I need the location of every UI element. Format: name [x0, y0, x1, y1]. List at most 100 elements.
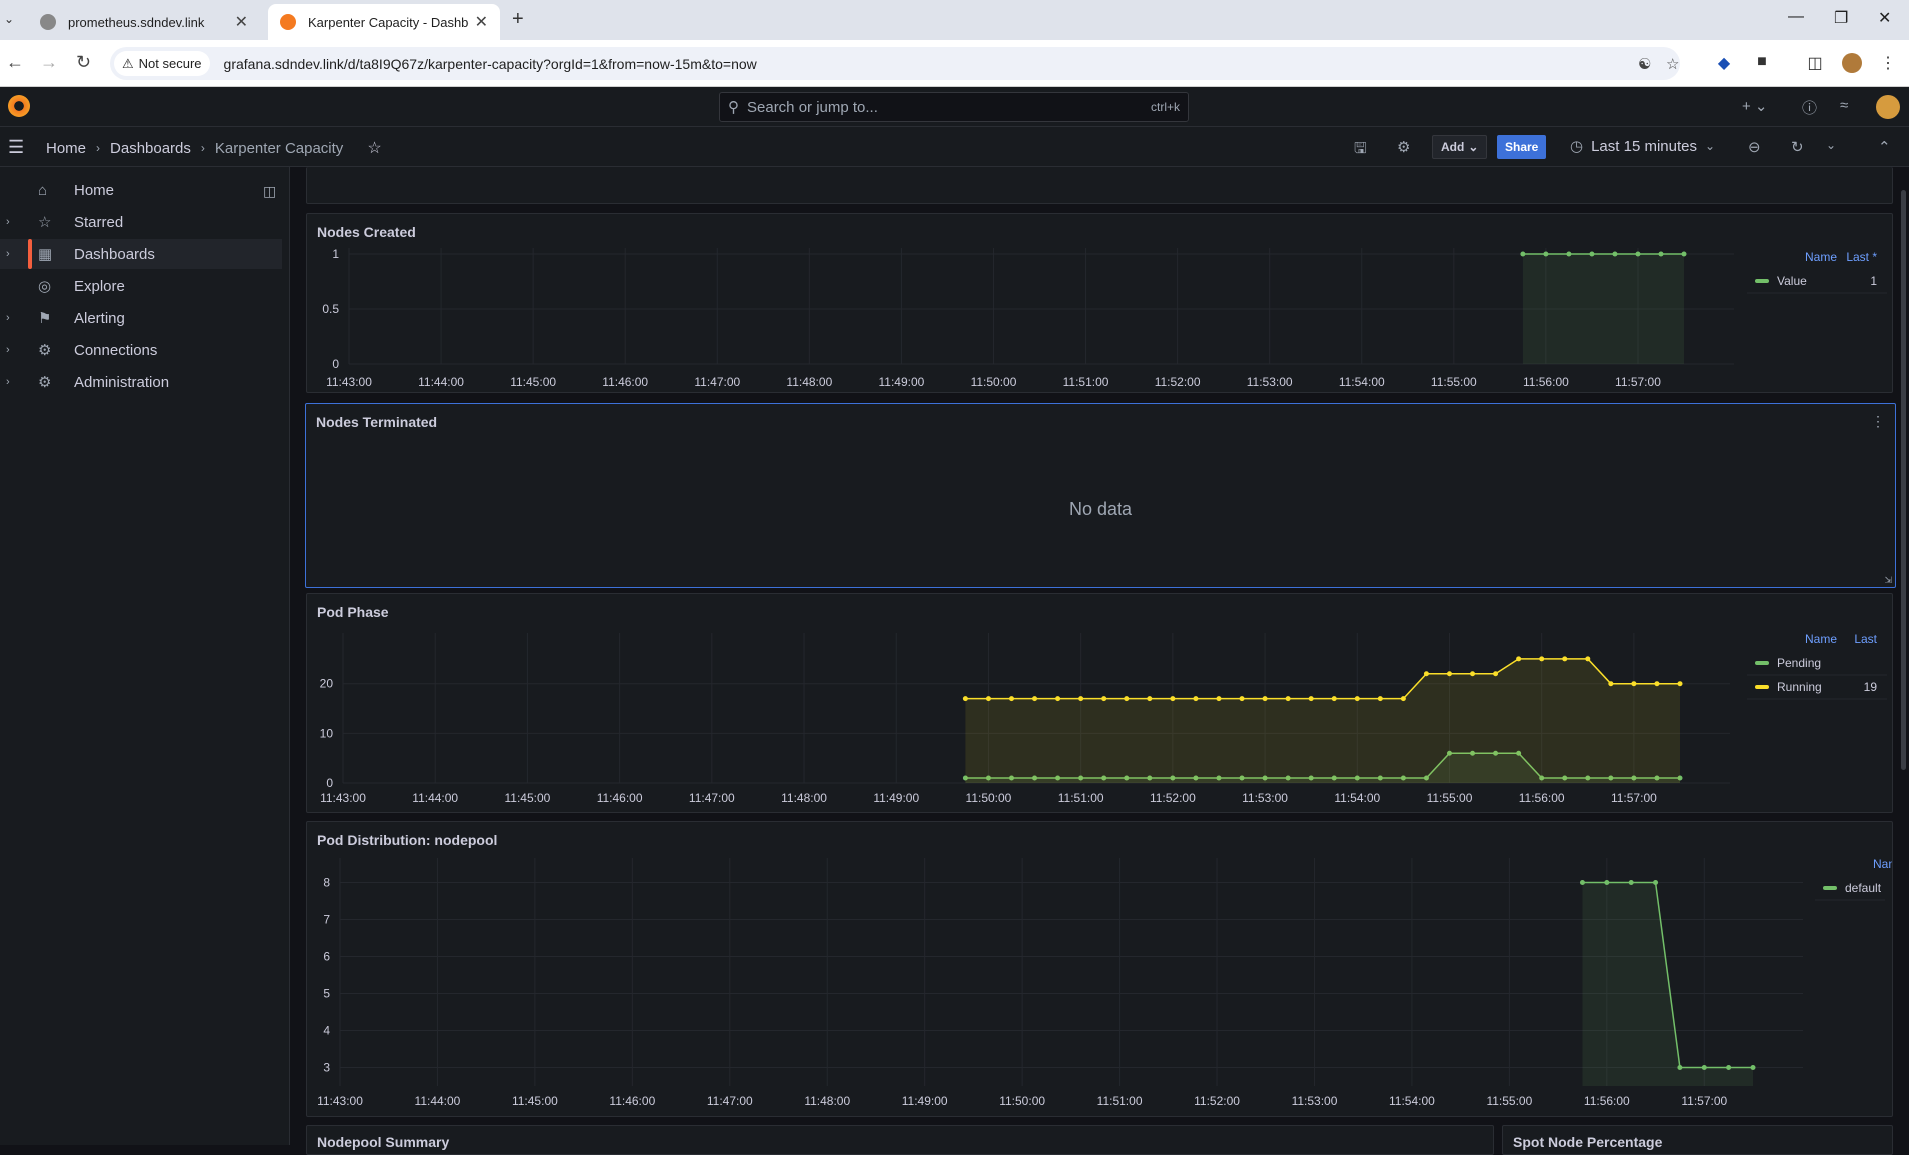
x-tick-label: 11:52:00: [1194, 1094, 1240, 1108]
breadcrumb-home[interactable]: Home: [46, 140, 86, 157]
legend-series-name[interactable]: Running: [1777, 680, 1822, 694]
expand-chevron-icon[interactable]: ›: [6, 376, 10, 388]
page-scrollbar[interactable]: [1901, 190, 1906, 770]
panel-spot-node-percentage[interactable]: Spot Node Percentage: [1502, 1125, 1893, 1155]
legend-header-last[interactable]: Last: [1854, 632, 1877, 646]
browser-tab-grafana[interactable]: Karpenter Capacity - Dashboard ✕: [268, 4, 500, 40]
data-point: [1516, 656, 1522, 662]
translate-icon[interactable]: ☯: [1638, 55, 1651, 73]
sidebar-item-starred[interactable]: › ☆ Starred: [0, 207, 282, 237]
extension-shield-icon[interactable]: ◆: [1714, 53, 1734, 73]
collapse-chevron-up-icon[interactable]: ⌃: [1878, 138, 1891, 156]
browser-menu-icon[interactable]: ⋮: [1878, 53, 1898, 73]
close-tab-icon[interactable]: ✕: [235, 12, 248, 32]
sidebar-item-alerting[interactable]: › ⚑ Alerting: [0, 303, 282, 333]
sidebar-item-explore[interactable]: ◎ Explore: [0, 271, 282, 301]
profile-avatar[interactable]: [1842, 53, 1862, 73]
x-tick-label: 11:49:00: [873, 791, 919, 805]
resize-handle-icon[interactable]: ⇲: [1884, 575, 1892, 586]
menu-hamburger-icon[interactable]: ☰: [8, 137, 24, 158]
x-tick-label: 11:47:00: [694, 375, 740, 389]
add-button[interactable]: Add ⌄: [1432, 135, 1488, 159]
close-window-icon[interactable]: ✕: [1878, 8, 1891, 28]
back-icon[interactable]: ←: [6, 52, 24, 73]
legend-header-name[interactable]: Name: [1873, 857, 1893, 871]
close-tab-icon[interactable]: ✕: [475, 12, 488, 32]
bell-icon: ⚑: [38, 310, 52, 327]
star-icon: ☆: [38, 214, 52, 231]
y-tick-label: 0: [326, 776, 333, 790]
expand-chevron-icon[interactable]: ›: [6, 344, 10, 356]
new-plus-icon[interactable]: + ⌄: [1742, 97, 1768, 115]
side-panel-icon[interactable]: ◫: [1805, 53, 1825, 73]
extensions-puzzle-icon[interactable]: ■: [1752, 53, 1772, 73]
restore-icon[interactable]: ❐: [1834, 8, 1848, 28]
settings-gear-icon[interactable]: ⚙: [1397, 138, 1410, 156]
legend-header-name[interactable]: Name: [1805, 250, 1837, 264]
browser-tab-prometheus[interactable]: prometheus.sdndev.link ✕: [28, 4, 260, 40]
panel-menu-icon[interactable]: ⋮: [1871, 413, 1885, 430]
refresh-interval-chevron-icon[interactable]: ⌄: [1826, 138, 1836, 152]
data-point: [1308, 696, 1314, 702]
panel-nodes-created[interactable]: Nodes Created 11:43:00 11:44:00 11:45:00 11…: [306, 213, 1893, 393]
data-point: [1331, 696, 1337, 702]
panel-title: Nodes Terminated: [316, 414, 438, 430]
grafana-logo-icon[interactable]: [8, 95, 30, 117]
legend-series-name[interactable]: Value: [1777, 274, 1807, 288]
data-point: [1446, 671, 1452, 677]
expand-chevron-icon[interactable]: ›: [6, 248, 10, 260]
panel-nodepool-summary[interactable]: Nodepool Summary: [306, 1125, 1494, 1155]
x-tick-label: 11:54:00: [1334, 791, 1380, 805]
time-range-label: Last 15 minutes: [1591, 137, 1697, 155]
data-point: [1635, 251, 1641, 257]
x-tick-label: 11:43:00: [317, 1094, 363, 1108]
x-tick-label: 11:48:00: [804, 1094, 850, 1108]
url-text[interactable]: grafana.sdndev.link/d/ta8I9Q67z/karpente…: [224, 56, 757, 72]
url-omnibox[interactable]: ⚠ Not secure grafana.sdndev.link/d/ta8I9Q…: [110, 47, 1680, 80]
x-tick-label: 11:57:00: [1611, 791, 1657, 805]
save-dashboard-icon[interactable]: 🖫: [1354, 138, 1367, 163]
sidebar-item-label: Alerting: [74, 309, 125, 327]
data-point: [1055, 696, 1061, 702]
favorite-star-icon[interactable]: ☆: [367, 138, 381, 158]
legend-series-name[interactable]: Pending: [1777, 656, 1821, 670]
reload-icon[interactable]: ↻: [76, 52, 91, 73]
user-avatar[interactable]: [1876, 95, 1900, 119]
expand-chevron-icon[interactable]: ›: [6, 312, 10, 324]
series-area-default: [1582, 882, 1753, 1086]
sidebar-item-dashboards[interactable]: › ▦ Dashboards: [0, 239, 282, 269]
x-tick-label: 11:46:00: [609, 1094, 655, 1108]
legend-header-last[interactable]: Last *: [1846, 250, 1877, 264]
share-button[interactable]: Share: [1497, 135, 1547, 159]
forward-icon[interactable]: →: [40, 52, 58, 73]
sidebar-item-home[interactable]: ⌂ Home: [0, 175, 282, 205]
new-tab-icon[interactable]: +: [512, 8, 524, 31]
x-tick-label: 11:57:00: [1681, 1094, 1727, 1108]
refresh-icon[interactable]: ↻: [1791, 138, 1804, 156]
data-point: [1566, 251, 1572, 257]
legend-header-name[interactable]: Name: [1805, 632, 1837, 646]
expand-chevron-icon[interactable]: ›: [6, 216, 10, 228]
bookmark-star-icon[interactable]: ☆: [1666, 55, 1679, 73]
breadcrumb-dashboards[interactable]: Dashboards: [110, 140, 191, 157]
search-input[interactable]: ⚲ Search or jump to... ctrl+k: [719, 92, 1189, 122]
data-point: [1423, 671, 1429, 677]
sidebar-item-administration[interactable]: › ⚙ Administration: [0, 367, 282, 397]
time-range-picker[interactable]: ◷ Last 15 minutes ⌄: [1570, 137, 1715, 156]
legend-series-name[interactable]: default: [1845, 881, 1882, 895]
panel-nodes-terminated[interactable]: Nodes Terminated ⋮ No data ⇲: [305, 403, 1896, 588]
panel-pod-phase[interactable]: Pod Phase 11:43:00 11:44:00 11:45:00 11:46:…: [306, 593, 1893, 813]
news-feed-icon[interactable]: ≈: [1840, 97, 1848, 114]
help-icon[interactable]: ⓘ: [1802, 97, 1817, 118]
security-chip[interactable]: ⚠ Not secure: [114, 51, 210, 76]
panel-pod-distribution[interactable]: Pod Distribution: nodepool 11:43:00 11:44…: [306, 821, 1893, 1117]
tab-search-chevron-icon[interactable]: ⌄: [4, 12, 14, 26]
x-tick-label: 11:54:00: [1389, 1094, 1435, 1108]
legend-swatch: [1755, 661, 1769, 665]
x-tick-label: 11:46:00: [602, 375, 648, 389]
x-tick-label: 11:57:00: [1615, 375, 1661, 389]
minimize-icon[interactable]: —: [1788, 8, 1804, 26]
add-label: Add: [1441, 140, 1465, 154]
sidebar-item-connections[interactable]: › ⚙ Connections: [0, 335, 282, 365]
zoom-out-icon[interactable]: ⊖: [1748, 138, 1761, 156]
